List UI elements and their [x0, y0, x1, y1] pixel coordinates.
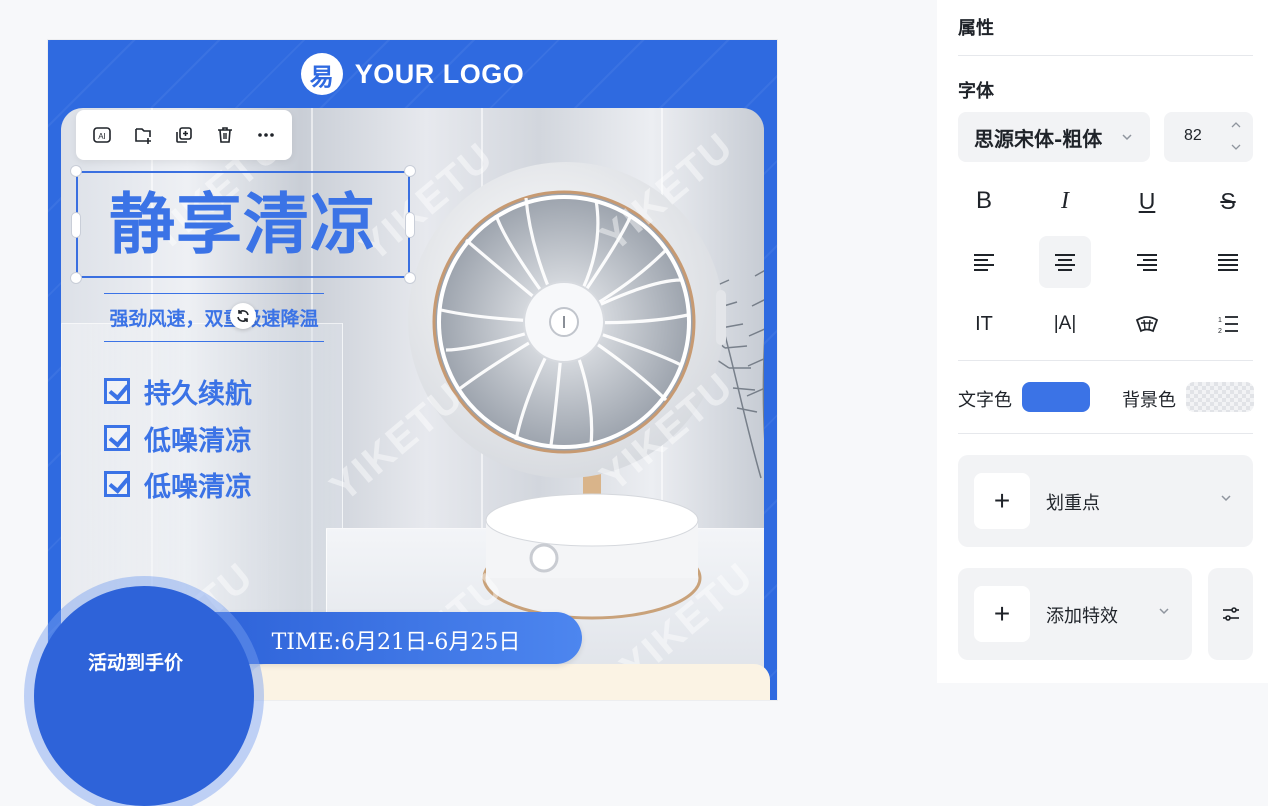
resize-handle-top-left[interactable] — [70, 165, 82, 177]
svg-text:AI: AI — [99, 132, 107, 141]
feature-text: 低噪清凉 — [144, 471, 252, 503]
divider — [958, 360, 1253, 361]
strikethrough-icon: S — [1220, 187, 1236, 214]
italic-icon: I — [1061, 187, 1069, 214]
bg-color-label: 背景色 — [1122, 390, 1176, 410]
chevron-down-icon — [1122, 134, 1132, 141]
numbered-list-icon: 12 — [1218, 316, 1238, 334]
arc-text-icon — [1135, 316, 1159, 333]
time-pill[interactable]: TIME:6月21日-6月25日 — [210, 612, 582, 664]
underline-icon: U — [1138, 187, 1156, 214]
align-right-button[interactable] — [1121, 236, 1173, 288]
highlight-label: 划重点 — [1046, 493, 1100, 513]
logo-row[interactable]: 易 YOUR LOGO — [48, 53, 777, 95]
feature-text: 持久续航 — [144, 378, 252, 410]
highlight-card[interactable]: + 划重点 — [958, 455, 1253, 547]
effect-label: 添加特效 — [1046, 606, 1118, 626]
resize-handle-bottom-right[interactable] — [404, 272, 416, 284]
align-center-button[interactable] — [1039, 236, 1091, 288]
align-left-button[interactable] — [958, 236, 1010, 288]
effect-settings-button[interactable] — [1208, 568, 1253, 660]
font-size-value[interactable]: 82 — [1184, 127, 1202, 145]
bg-color-swatch[interactable] — [1186, 382, 1254, 412]
align-right-icon — [1137, 254, 1157, 271]
align-justify-icon — [1218, 254, 1238, 271]
resize-handle-bottom-left[interactable] — [70, 272, 82, 284]
bold-icon: B — [975, 187, 992, 214]
feature-item[interactable]: 低噪清凉 — [104, 420, 252, 457]
underline-button[interactable]: U — [1121, 175, 1173, 227]
letter-spacing-icon: |A| — [1053, 313, 1077, 334]
panel-title: 属性 — [958, 18, 994, 38]
rotate-icon[interactable] — [230, 303, 256, 329]
sliders-icon — [1223, 607, 1239, 621]
feature-item[interactable]: 持久续航 — [104, 373, 252, 410]
headline-text[interactable]: 静享清凉 — [78, 179, 408, 269]
stepper-down-icon[interactable] — [1229, 140, 1243, 154]
vertical-text-button[interactable]: IT — [958, 298, 1010, 350]
price-badge-label: 活动到手价 — [88, 653, 184, 674]
more-icon[interactable] — [249, 118, 283, 152]
plus-icon[interactable]: + — [974, 586, 1030, 642]
letter-spacing-button[interactable]: |A| — [1039, 298, 1091, 350]
price-card[interactable] — [250, 664, 770, 700]
resize-handle-left[interactable] — [71, 212, 81, 238]
ai-text-icon[interactable]: AI — [85, 118, 119, 152]
floating-toolbar: AI — [76, 110, 292, 160]
align-center-icon — [1055, 254, 1075, 271]
chevron-down-icon[interactable] — [1219, 491, 1233, 505]
headline-text-box[interactable]: 静享清凉 — [76, 171, 410, 278]
stepper-up-icon[interactable] — [1229, 118, 1243, 132]
align-left-icon — [974, 254, 994, 271]
subline-text[interactable]: 强劲风速，双重极速降温 — [104, 304, 324, 331]
subline-text-box[interactable]: 强劲风速，双重极速降温 — [104, 293, 324, 342]
svg-text:1: 1 — [1218, 317, 1222, 324]
logo-mark-icon: 易 — [300, 53, 343, 95]
vertical-text-icon: IT — [975, 312, 993, 335]
font-family-value: 思源宋体-粗体 — [974, 126, 1103, 151]
text-color-swatch[interactable] — [1022, 382, 1090, 412]
divider — [958, 55, 1253, 56]
text-color-label: 文字色 — [958, 390, 1012, 410]
canvas-area[interactable]: 易 YOUR LOGO YIKETU YIKETU YIKETU YIKETU … — [0, 0, 937, 806]
feature-text: 低噪清凉 — [144, 425, 252, 457]
fan-product-image — [408, 162, 726, 620]
checkbox-icon — [104, 378, 130, 404]
resize-handle-top-right[interactable] — [404, 165, 416, 177]
font-size-input[interactable]: 82 — [1164, 112, 1253, 162]
numbered-list-button[interactable]: 12 — [1202, 298, 1254, 350]
checkbox-icon — [104, 471, 130, 497]
plus-icon[interactable]: + — [974, 473, 1030, 529]
feature-item[interactable]: 低噪清凉 — [104, 466, 252, 503]
resize-handle-right[interactable] — [405, 212, 415, 238]
italic-button[interactable]: I — [1039, 175, 1091, 227]
price-badge[interactable] — [34, 586, 254, 806]
align-justify-button[interactable] — [1202, 236, 1254, 288]
chevron-down-icon[interactable] — [1157, 604, 1171, 618]
divider — [958, 433, 1253, 434]
add-layer-icon[interactable] — [126, 118, 160, 152]
checkbox-icon — [104, 425, 130, 451]
bold-button[interactable]: B — [958, 175, 1010, 227]
effect-card[interactable]: + 添加特效 — [958, 568, 1192, 660]
arc-text-button[interactable] — [1121, 298, 1173, 350]
logo-text: YOUR LOGO — [354, 58, 525, 89]
trash-icon[interactable] — [208, 118, 242, 152]
font-section-title: 字体 — [958, 81, 994, 101]
font-family-select[interactable]: 思源宋体-粗体 — [958, 112, 1150, 162]
strikethrough-button[interactable]: S — [1202, 175, 1254, 227]
duplicate-icon[interactable] — [167, 118, 201, 152]
time-text: TIME:6月21日-6月25日 — [271, 630, 521, 655]
svg-text:2: 2 — [1218, 328, 1222, 334]
